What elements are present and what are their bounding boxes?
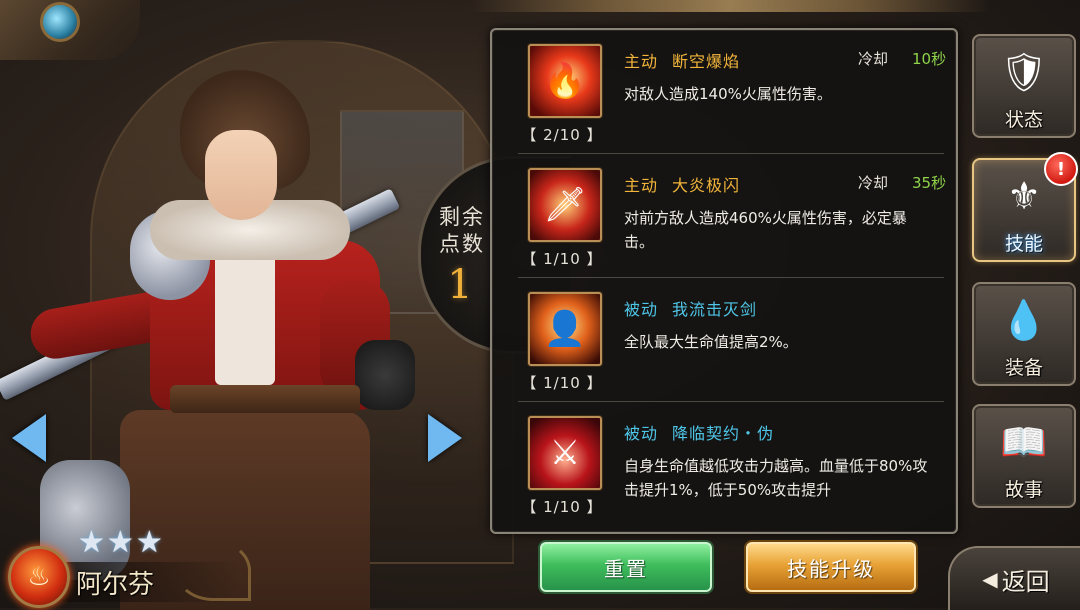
book-icon: 📖 xyxy=(1000,419,1048,464)
skill-name: 我流击灭剑 xyxy=(672,300,758,319)
skill-type: 被动 xyxy=(624,424,659,443)
next-hero-arrow-icon[interactable] xyxy=(428,414,462,462)
menu-equipment[interactable]: 💧 装备 xyxy=(972,282,1076,386)
skill-title: 被动 降临契约・伪 xyxy=(624,420,774,444)
vine-ornament xyxy=(175,540,251,601)
skill-level: 【 2/10 】 xyxy=(521,126,603,144)
skill-level: 【 1/10 】 xyxy=(521,374,603,392)
top-trim xyxy=(470,0,990,12)
skill-row[interactable]: 🗡 【 1/10 】 主动 大炎极闪 冷却 35秒 对前方敌人造成460%火属性伤… xyxy=(492,153,956,278)
menu-label: 故事 xyxy=(1004,479,1043,501)
face-art xyxy=(205,130,277,220)
gem-icon xyxy=(40,2,80,42)
belt-art xyxy=(170,385,360,413)
hero-illustration xyxy=(0,40,470,610)
skill-name: 断空爆焰 xyxy=(672,52,741,71)
remaining-points-label: 剩余 点数 xyxy=(432,204,492,258)
star-icon: ★ xyxy=(135,525,163,560)
cooldown-value: 10秒 xyxy=(912,50,947,68)
skill-description: 自身生命值越低攻击力越高。血量低于80%攻击提升1%，低于50%攻击提升 xyxy=(624,457,928,499)
glove-art xyxy=(355,340,415,410)
skill-description: 对前方敌人造成460%火属性伤害，必定暴击。 xyxy=(624,209,907,251)
demon-sword-icon[interactable]: ⚔ xyxy=(528,416,602,490)
remaining-points-value: 1 xyxy=(447,262,473,308)
skill-type: 主动 xyxy=(624,52,659,71)
golden-crest-icon: ⚜ xyxy=(1006,174,1042,218)
hero-name: 阿尔芬 xyxy=(76,570,155,600)
skill-row[interactable]: 🔥 【 2/10 】 主动 断空爆焰 冷却 10秒 对敌人造成140%火属性伤害。 xyxy=(492,30,956,154)
fire-icon: ♨ xyxy=(8,546,70,608)
skill-name: 大炎极闪 xyxy=(672,176,741,195)
menu-label: 技能 xyxy=(1004,233,1043,255)
menu-story[interactable]: 📖 故事 xyxy=(972,404,1076,508)
skill-level: 【 1/10 】 xyxy=(521,250,603,268)
skill-panel: 🔥 【 2/10 】 主动 断空爆焰 冷却 10秒 对敌人造成140%火属性伤害。… xyxy=(490,28,958,534)
menu-label: 状态 xyxy=(1004,109,1043,131)
skill-title: 主动 断空爆焰 xyxy=(624,48,740,72)
skill-title: 主动 大炎极闪 xyxy=(624,172,740,196)
cooldown-value: 35秒 xyxy=(912,174,947,192)
previous-hero-arrow-icon[interactable] xyxy=(12,414,46,462)
character-status-icon: 🛡 xyxy=(999,49,1049,94)
flame-sword-icon[interactable]: 🗡 xyxy=(528,168,602,242)
skill-row[interactable]: 👤 【 1/10 】 被动 我流击灭剑 全队最大生命值提高2%。 xyxy=(492,277,956,402)
star-rating: ★ ★ ★ xyxy=(78,528,163,558)
cooldown-label: 冷却 xyxy=(858,174,889,192)
star-icon: ★ xyxy=(78,525,105,560)
reset-button[interactable]: 重置 xyxy=(540,542,712,592)
points-label-line2: 点数 xyxy=(439,232,485,256)
burning-figure-icon[interactable]: 👤 xyxy=(528,292,602,366)
skill-row[interactable]: ⚔ 【 1/10 】 被动 降临契约・伪 自身生命值越低攻击力越高。血量低于80%… xyxy=(492,401,956,526)
skill-type: 主动 xyxy=(624,176,659,195)
upgrade-skill-button[interactable]: 技能升级 xyxy=(746,542,916,592)
points-label-line1: 剩余 xyxy=(439,205,485,229)
skill-description: 全队最大生命值提高2%。 xyxy=(624,333,798,351)
flame-slash-icon[interactable]: 🔥 xyxy=(528,44,602,118)
skill-description: 对敌人造成140%火属性伤害。 xyxy=(624,85,832,103)
shirt-art xyxy=(215,245,275,385)
skill-type: 被动 xyxy=(624,300,659,319)
skill-title: 被动 我流击灭剑 xyxy=(624,296,757,320)
cooldown-label: 冷却 xyxy=(858,50,889,68)
star-icon: ★ xyxy=(106,525,134,560)
menu-label: 装备 xyxy=(1004,357,1043,379)
back-label: 返回 xyxy=(1001,567,1050,596)
back-button[interactable]: ◀ 返回 xyxy=(948,546,1080,610)
alert-icon: ! xyxy=(1044,152,1078,186)
menu-status[interactable]: 🛡 状态 xyxy=(972,34,1076,138)
crystal-icon: 💧 xyxy=(1000,297,1048,342)
skill-level: 【 1/10 】 xyxy=(521,498,603,516)
skill-name: 降临契约・伪 xyxy=(672,424,775,443)
back-arrow-icon: ◀ xyxy=(982,567,998,591)
